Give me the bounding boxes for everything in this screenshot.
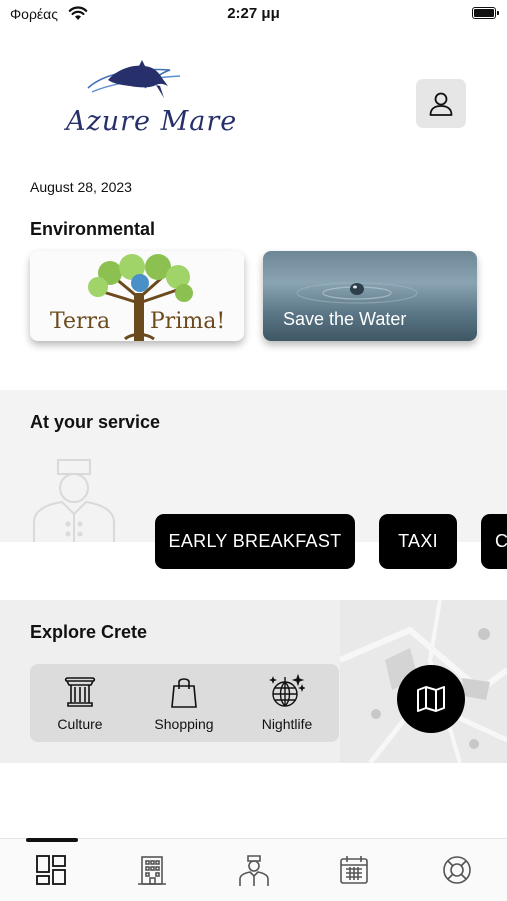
lifebuoy-icon [443,856,471,884]
culture-label: Culture [57,716,103,732]
profile-button[interactable] [416,79,466,128]
status-bar: Φορέας 2:27 μμ [0,0,507,30]
tab-dashboard[interactable] [31,852,71,888]
tab-support[interactable] [437,852,477,888]
dashboard-icon [36,855,66,885]
category-nightlife[interactable]: Nightlife [237,674,337,732]
concierge-icon [239,855,269,886]
map-button[interactable] [397,665,465,733]
logo-wordmark: Azure Mare [66,106,238,137]
map-icon [417,686,445,712]
environmental-title: Environmental [30,219,156,239]
prima-label: Prima! [150,309,226,334]
shopping-bag-icon [171,678,197,708]
category-culture[interactable]: Culture [30,674,130,732]
person-icon [429,92,453,116]
terra-prima-card[interactable]: Terra Prima! [30,251,244,341]
battery-icon [472,7,499,19]
calendar-icon [340,856,368,884]
early-breakfast-button[interactable]: EARLY BREAKFAST [155,514,355,569]
shopping-label: Shopping [154,716,214,732]
service-title: At your service [30,412,161,432]
service-button-partial[interactable]: C [481,514,507,569]
taxi-button[interactable]: TAXI [379,514,457,569]
tab-concierge[interactable] [234,852,274,888]
nightlife-label: Nightlife [261,716,313,732]
active-tab-indicator [26,838,78,842]
column-icon [64,677,96,707]
save-water-label: Save the Water [283,309,407,329]
current-date: August 28, 2023 [30,179,132,195]
status-time: 2:27 μμ [227,5,280,22]
explore-categories: Culture Shopping Nightlife [30,664,339,742]
tab-calendar[interactable] [334,852,374,888]
hotel-icon [138,856,166,885]
save-water-card[interactable]: Save the Water [263,251,477,341]
tab-hotel[interactable] [132,852,172,888]
disco-ball-icon [269,674,305,707]
category-shopping[interactable]: Shopping [134,674,234,732]
explore-title: Explore Crete [30,622,148,642]
terra-label: Terra [50,309,111,334]
concierge-illustration [33,459,115,542]
